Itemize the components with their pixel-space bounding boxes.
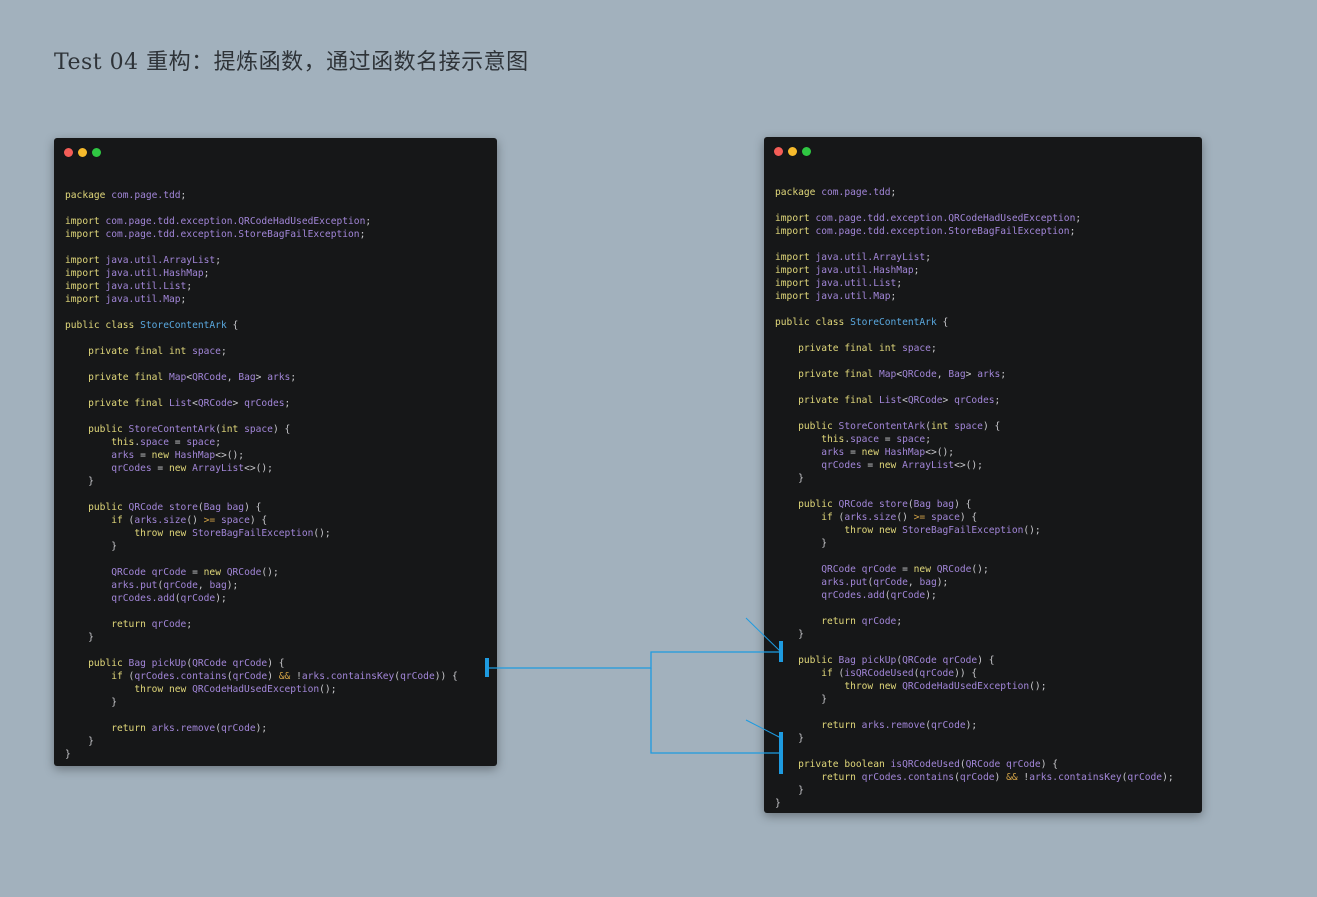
highlight-marker-call-site [779,641,783,662]
pointer-line-extracted-method [745,719,782,739]
connector-line-to-call-site [489,651,781,669]
highlight-marker-extracted-method [779,732,783,774]
highlight-marker-original-condition [485,658,489,677]
connector-diagram [489,617,782,754]
pointer-line-call-site [745,617,782,653]
connector-line-to-extracted-method [650,668,781,754]
